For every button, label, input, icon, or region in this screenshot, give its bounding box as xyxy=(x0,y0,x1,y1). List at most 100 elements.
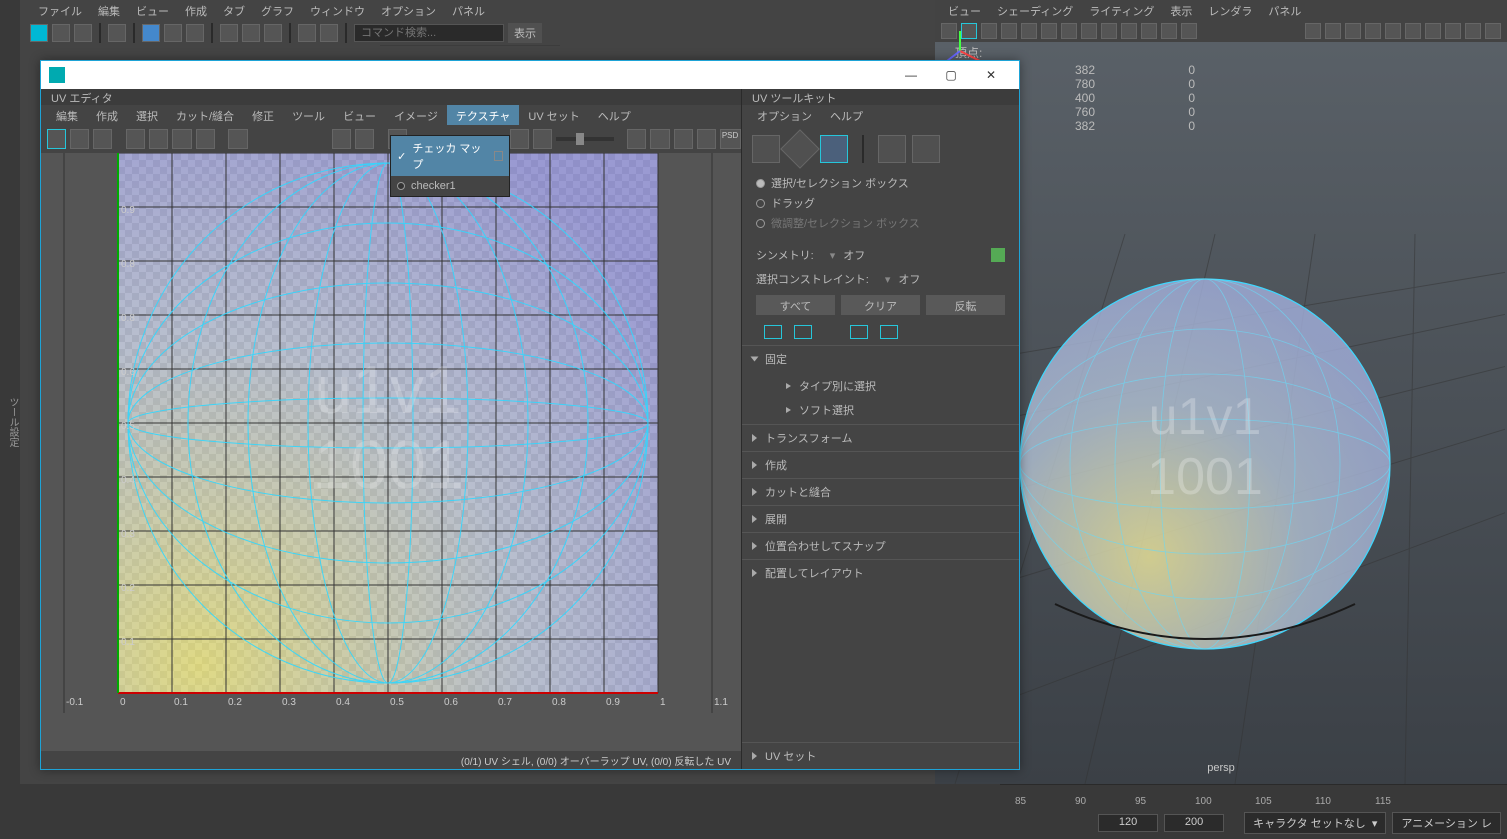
uv-tool-icon[interactable] xyxy=(674,129,693,149)
shelf-btn-icon[interactable] xyxy=(52,24,70,42)
constraint-row[interactable]: 選択コンストレイント: ▾ オフ xyxy=(742,267,1019,291)
uv-tool-icon[interactable] xyxy=(126,129,145,149)
shelf-btn-icon[interactable] xyxy=(164,24,182,42)
command-search-input[interactable] xyxy=(354,24,504,42)
component-face-icon[interactable] xyxy=(752,135,780,163)
menu-item[interactable]: 表示 xyxy=(1162,0,1200,20)
uv-tool-icon[interactable] xyxy=(228,129,247,149)
menu-item[interactable]: 作成 xyxy=(177,0,215,20)
vp-icon[interactable] xyxy=(1405,23,1421,39)
command-run-button[interactable]: 表示 xyxy=(508,23,542,43)
section-header[interactable]: トランスフォーム xyxy=(742,425,1019,451)
uv-tool-icon[interactable] xyxy=(47,129,66,149)
anim-layer-dropdown[interactable]: アニメーション レ xyxy=(1392,812,1501,834)
vp-icon[interactable] xyxy=(1001,23,1017,39)
shelf-btn-icon[interactable] xyxy=(264,24,282,42)
menu-item[interactable]: グラフ xyxy=(253,0,302,20)
shelf-btn-icon[interactable] xyxy=(142,24,160,42)
section-header[interactable]: 配置してレイアウト xyxy=(742,560,1019,586)
symmetry-row[interactable]: シンメトリ: ▾ オフ xyxy=(742,243,1019,267)
timeline[interactable]: 859095100105110115 xyxy=(1000,784,1507,809)
uv-tool-icon[interactable] xyxy=(93,129,112,149)
menu-item[interactable]: ヘルプ xyxy=(821,105,872,125)
menu-item[interactable]: UV セット xyxy=(519,105,588,125)
subsection[interactable]: ソフト選択 xyxy=(766,398,1019,422)
menu-item[interactable]: シェーディング xyxy=(989,0,1081,20)
shelf-btn-icon[interactable] xyxy=(108,24,126,42)
uv-tool-icon[interactable] xyxy=(196,129,215,149)
vp-icon[interactable] xyxy=(1465,23,1481,39)
frame-start-field[interactable]: 120 xyxy=(1098,814,1158,832)
section-header[interactable]: カットと縫合 xyxy=(742,479,1019,505)
convert-icon[interactable] xyxy=(764,325,782,339)
uv-tool-icon[interactable] xyxy=(650,129,669,149)
menu-item[interactable]: 編集 xyxy=(47,105,87,125)
vp-icon[interactable] xyxy=(1385,23,1401,39)
uv-view[interactable]: u1v1 1001 0.90.80.80.60.50.40.30.20.1 -0… xyxy=(41,153,741,751)
vp-icon[interactable] xyxy=(1345,23,1361,39)
menu-item[interactable]: 作成 xyxy=(87,105,127,125)
vp-icon[interactable] xyxy=(1081,23,1097,39)
convert-icon[interactable] xyxy=(850,325,868,339)
selection-action-button[interactable]: 反転 xyxy=(926,295,1005,315)
menu-item[interactable]: ビュー xyxy=(128,0,177,20)
frame-end-field[interactable]: 200 xyxy=(1164,814,1224,832)
vp-icon[interactable] xyxy=(1021,23,1037,39)
menu-item[interactable]: ライティング xyxy=(1081,0,1162,20)
uv-tool-icon[interactable] xyxy=(149,129,168,149)
uv-tool-icon[interactable] xyxy=(355,129,374,149)
section-header[interactable]: 作成 xyxy=(742,452,1019,478)
menu-item-checker-map[interactable]: ✓ チェッカ マップ xyxy=(391,136,509,176)
component-object-icon[interactable] xyxy=(820,135,848,163)
minimize-button[interactable]: — xyxy=(891,61,931,89)
menu-item[interactable]: ビュー xyxy=(334,105,385,125)
vp-icon[interactable] xyxy=(1061,23,1077,39)
menu-item[interactable]: レンダラ xyxy=(1200,0,1260,20)
convert-icon[interactable] xyxy=(794,325,812,339)
vp-icon[interactable] xyxy=(1365,23,1381,39)
close-button[interactable]: ✕ xyxy=(971,61,1011,89)
subsection[interactable]: タイプ別に選択 xyxy=(766,374,1019,398)
menu-item[interactable]: ツール xyxy=(283,105,334,125)
vp-icon[interactable] xyxy=(1325,23,1341,39)
selection-mode-option[interactable]: 選択/セレクション ボックス xyxy=(756,173,1005,193)
shelf-btn-icon[interactable] xyxy=(186,24,204,42)
vp-icon[interactable] xyxy=(1041,23,1057,39)
menu-item[interactable]: 修正 xyxy=(243,105,283,125)
shelf-btn-icon[interactable] xyxy=(298,24,316,42)
shelf-btn-icon[interactable] xyxy=(74,24,92,42)
uv-dim-slider[interactable] xyxy=(556,137,613,141)
options-box-icon[interactable] xyxy=(494,151,504,161)
menu-item[interactable]: ビュー xyxy=(940,0,989,20)
menu-item[interactable]: パネル xyxy=(1260,0,1309,20)
menu-item-checker1[interactable]: checker1 xyxy=(391,176,509,196)
menu-item[interactable]: テクスチャ xyxy=(447,105,520,125)
menu-item[interactable]: ファイル xyxy=(30,0,90,20)
uv-tool-icon[interactable] xyxy=(533,129,552,149)
perspective-viewport[interactable]: 頂点: 382382010807800400400076076003823820… xyxy=(935,20,1507,784)
uv-tool-icon[interactable] xyxy=(332,129,351,149)
section-header[interactable]: 位置合わせしてスナップ xyxy=(742,533,1019,559)
section-header[interactable]: 展開 xyxy=(742,506,1019,532)
vp-icon[interactable] xyxy=(1485,23,1501,39)
menu-item[interactable]: 選択 xyxy=(127,105,167,125)
selection-action-button[interactable]: クリア xyxy=(841,295,920,315)
vp-icon[interactable] xyxy=(1161,23,1177,39)
selection-action-button[interactable]: すべて xyxy=(756,295,835,315)
component-edge-icon[interactable] xyxy=(780,129,820,169)
dialog-titlebar[interactable]: — ▢ ✕ xyxy=(41,61,1019,89)
menu-item[interactable]: イメージ xyxy=(385,105,447,125)
vp-icon[interactable] xyxy=(1445,23,1461,39)
component-shell-icon[interactable] xyxy=(912,135,940,163)
selection-mode-option[interactable]: 微調整/セレクション ボックス xyxy=(756,213,1005,233)
vp-icon[interactable] xyxy=(1101,23,1117,39)
vp-icon[interactable] xyxy=(1121,23,1137,39)
maximize-button[interactable]: ▢ xyxy=(931,61,971,89)
shelf-btn-icon[interactable] xyxy=(220,24,238,42)
vp-icon[interactable] xyxy=(1425,23,1441,39)
shelf-btn-icon[interactable] xyxy=(242,24,260,42)
menu-item[interactable]: ヘルプ xyxy=(589,105,640,125)
section-header[interactable]: 固定 xyxy=(742,346,1019,372)
menu-item[interactable]: タブ xyxy=(215,0,253,20)
menu-item[interactable]: 編集 xyxy=(90,0,128,20)
